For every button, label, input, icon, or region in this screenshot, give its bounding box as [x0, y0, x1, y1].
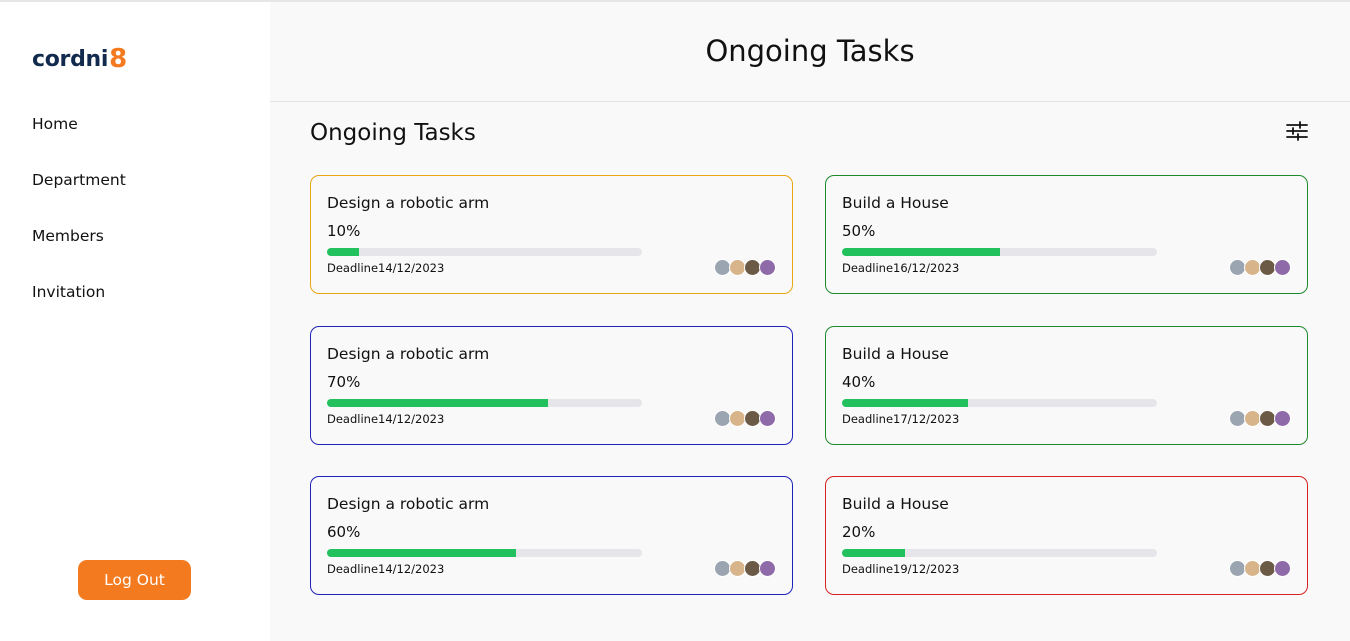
task-progress-text: 60%: [327, 523, 361, 541]
progress-bar: [327, 248, 642, 256]
avatar: [1274, 560, 1291, 577]
progress-bar: [842, 399, 1157, 407]
member-avatars[interactable]: [714, 560, 776, 577]
progress-fill: [327, 399, 548, 407]
task-card[interactable]: Build a House 20% Deadline19/12/2023: [825, 476, 1308, 595]
logout-button[interactable]: Log Out: [78, 560, 191, 600]
task-deadline: Deadline16/12/2023: [842, 261, 959, 275]
deadline-date: 14/12/2023: [378, 562, 445, 576]
sliders-icon[interactable]: [1286, 120, 1308, 142]
sidebar-item-invitation[interactable]: Invitation: [32, 280, 126, 336]
section-title: Ongoing Tasks: [310, 120, 476, 146]
member-avatars[interactable]: [1229, 560, 1291, 577]
progress-fill: [842, 399, 968, 407]
task-progress-text: 70%: [327, 373, 361, 391]
page-header: Ongoing Tasks: [270, 2, 1350, 102]
task-progress-text: 40%: [842, 373, 876, 391]
task-title: Design a robotic arm: [327, 495, 490, 513]
task-card[interactable]: Design a robotic arm 70% Deadline14/12/202…: [310, 326, 793, 445]
page-title: Ongoing Tasks: [705, 33, 915, 68]
member-avatars[interactable]: [714, 259, 776, 276]
avatar: [759, 560, 776, 577]
logo[interactable]: cordni 8: [32, 42, 127, 76]
deadline-label: Deadline: [842, 261, 894, 275]
deadline-label: Deadline: [327, 261, 379, 275]
task-title: Design a robotic arm: [327, 345, 490, 363]
member-avatars[interactable]: [714, 410, 776, 427]
deadline-date: 14/12/2023: [378, 412, 445, 426]
logo-number: 8: [109, 44, 127, 74]
task-title: Build a House: [842, 495, 949, 513]
deadline-date: 17/12/2023: [893, 412, 960, 426]
task-progress-text: 10%: [327, 222, 361, 240]
task-card[interactable]: Design a robotic arm 10% Deadline14/12/202…: [310, 175, 793, 294]
deadline-label: Deadline: [327, 562, 379, 576]
member-avatars[interactable]: [1229, 259, 1291, 276]
task-card[interactable]: Build a House 40% Deadline17/12/2023: [825, 326, 1308, 445]
avatar: [1274, 410, 1291, 427]
sidebar-nav: Home Department Members Invitation: [32, 112, 126, 336]
sidebar: cordni 8 Home Department Members Invitati…: [0, 2, 270, 641]
progress-fill: [327, 549, 516, 557]
task-card[interactable]: Build a House 50% Deadline16/12/2023: [825, 175, 1308, 294]
progress-bar: [842, 549, 1157, 557]
task-deadline: Deadline14/12/2023: [327, 562, 444, 576]
avatar: [759, 410, 776, 427]
sidebar-item-members[interactable]: Members: [32, 224, 126, 280]
progress-bar: [327, 549, 642, 557]
deadline-date: 14/12/2023: [378, 261, 445, 275]
main-content: Ongoing Tasks Ongoing Tasks Design a rob…: [270, 2, 1350, 641]
deadline-date: 19/12/2023: [893, 562, 960, 576]
avatar: [1274, 259, 1291, 276]
task-title: Design a robotic arm: [327, 194, 490, 212]
task-deadline: Deadline14/12/2023: [327, 412, 444, 426]
sidebar-item-department[interactable]: Department: [32, 168, 126, 224]
avatar: [759, 259, 776, 276]
task-title: Build a House: [842, 194, 949, 212]
task-progress-text: 20%: [842, 523, 876, 541]
task-deadline: Deadline19/12/2023: [842, 562, 959, 576]
member-avatars[interactable]: [1229, 410, 1291, 427]
task-deadline: Deadline14/12/2023: [327, 261, 444, 275]
progress-fill: [327, 248, 359, 256]
progress-bar: [327, 399, 642, 407]
deadline-label: Deadline: [842, 412, 894, 426]
progress-bar: [842, 248, 1157, 256]
task-card[interactable]: Design a robotic arm 60% Deadline14/12/202…: [310, 476, 793, 595]
deadline-label: Deadline: [327, 412, 379, 426]
logo-text: cordni: [32, 46, 109, 72]
progress-fill: [842, 248, 1000, 256]
sidebar-item-home[interactable]: Home: [32, 112, 126, 168]
progress-fill: [842, 549, 905, 557]
deadline-label: Deadline: [842, 562, 894, 576]
task-progress-text: 50%: [842, 222, 876, 240]
deadline-date: 16/12/2023: [893, 261, 960, 275]
task-deadline: Deadline17/12/2023: [842, 412, 959, 426]
task-title: Build a House: [842, 345, 949, 363]
